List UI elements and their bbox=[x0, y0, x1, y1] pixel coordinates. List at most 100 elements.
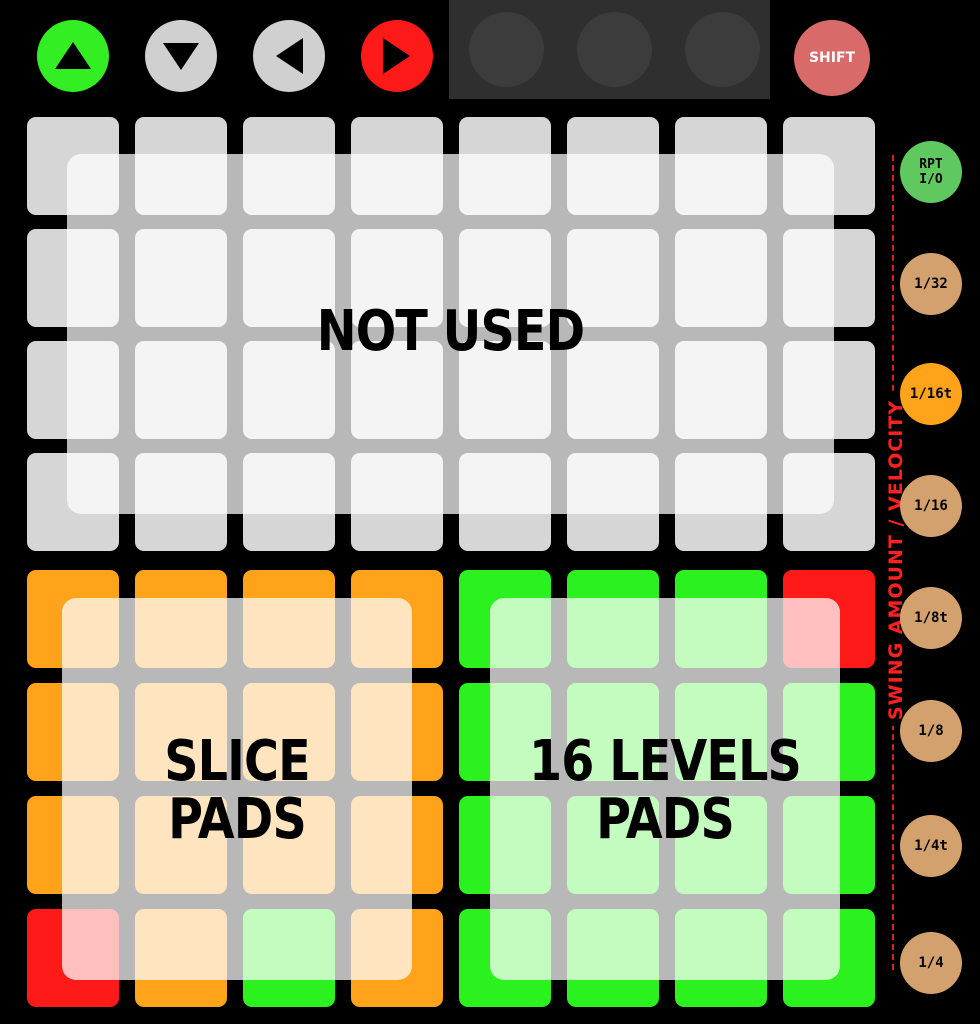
pad-r7-c5[interactable] bbox=[459, 796, 551, 894]
rate-label: 1/4 bbox=[918, 955, 944, 971]
rate-1-8-button[interactable]: 1/8 bbox=[900, 700, 962, 762]
pad-r5-c8[interactable] bbox=[783, 570, 875, 668]
pad-r3-c2[interactable] bbox=[135, 341, 227, 439]
pad-r7-c6[interactable] bbox=[567, 796, 659, 894]
triangle-up-icon bbox=[55, 42, 91, 69]
pad-r6-c6[interactable] bbox=[567, 683, 659, 781]
pad-r7-c4[interactable] bbox=[351, 796, 443, 894]
slice-pads-label: SLICE PADS bbox=[88, 733, 386, 849]
pad-r8-c6[interactable] bbox=[567, 909, 659, 1007]
pad-r8-c8[interactable] bbox=[783, 909, 875, 1007]
pad-r7-c3[interactable] bbox=[243, 796, 335, 894]
pad-r3-c6[interactable] bbox=[567, 341, 659, 439]
pad-r6-c1[interactable] bbox=[27, 683, 119, 781]
triangle-left-icon bbox=[276, 38, 303, 74]
pad-r7-c8[interactable] bbox=[783, 796, 875, 894]
pad-r1-c6[interactable] bbox=[567, 117, 659, 215]
pad-r1-c3[interactable] bbox=[243, 117, 335, 215]
pad-r1-c7[interactable] bbox=[675, 117, 767, 215]
pad-r6-c5[interactable] bbox=[459, 683, 551, 781]
pad-r2-c1[interactable] bbox=[27, 229, 119, 327]
pad-r4-c6[interactable] bbox=[567, 453, 659, 551]
pad-r2-c4[interactable] bbox=[351, 229, 443, 327]
pad-r2-c8[interactable] bbox=[783, 229, 875, 327]
up-arrow-button[interactable] bbox=[37, 20, 109, 92]
pad-r2-c7[interactable] bbox=[675, 229, 767, 327]
shift-label: SHIFT bbox=[808, 50, 856, 66]
levels-pads-label: 16 LEVELS PADS bbox=[516, 733, 814, 849]
side-label: SWING AMOUNT / VELOCITY bbox=[885, 393, 907, 727]
unused-button bbox=[577, 12, 652, 87]
left-arrow-button[interactable] bbox=[253, 20, 325, 92]
pad-r7-c2[interactable] bbox=[135, 796, 227, 894]
pad-r5-c6[interactable] bbox=[567, 570, 659, 668]
rate-1-16t-button[interactable]: 1/16t bbox=[900, 363, 962, 425]
pad-r3-c8[interactable] bbox=[783, 341, 875, 439]
pad-r6-c7[interactable] bbox=[675, 683, 767, 781]
pad-r8-c4[interactable] bbox=[351, 909, 443, 1007]
io-label: I/O bbox=[919, 172, 943, 187]
unused-top-buttons bbox=[449, 0, 770, 99]
rate-label: 1/8t bbox=[914, 610, 948, 626]
rpt-io-button[interactable]: RPT I/O bbox=[900, 141, 962, 203]
pad-r6-c4[interactable] bbox=[351, 683, 443, 781]
pad-r2-c3[interactable] bbox=[243, 229, 335, 327]
pad-r3-c7[interactable] bbox=[675, 341, 767, 439]
pad-r4-c7[interactable] bbox=[675, 453, 767, 551]
levels-pads-label-line1: 16 LEVELS bbox=[529, 729, 802, 794]
rate-1-4t-button[interactable]: 1/4t bbox=[900, 815, 962, 877]
pad-r4-c3[interactable] bbox=[243, 453, 335, 551]
pad-r2-c6[interactable] bbox=[567, 229, 659, 327]
pad-r4-c8[interactable] bbox=[783, 453, 875, 551]
pad-r8-c3[interactable] bbox=[243, 909, 335, 1007]
pad-r8-c7[interactable] bbox=[675, 909, 767, 1007]
triangle-right-icon bbox=[383, 38, 410, 74]
pad-r5-c2[interactable] bbox=[135, 570, 227, 668]
pad-r4-c4[interactable] bbox=[351, 453, 443, 551]
pad-r1-c5[interactable] bbox=[459, 117, 551, 215]
pad-r5-c1[interactable] bbox=[27, 570, 119, 668]
right-arrow-button[interactable] bbox=[361, 20, 433, 92]
rate-1-32-button[interactable]: 1/32 bbox=[900, 253, 962, 315]
rate-1-4-button[interactable]: 1/4 bbox=[900, 932, 962, 994]
pad-r5-c3[interactable] bbox=[243, 570, 335, 668]
pad-r3-c4[interactable] bbox=[351, 341, 443, 439]
rate-1-8t-button[interactable]: 1/8t bbox=[900, 587, 962, 649]
pad-r8-c2[interactable] bbox=[135, 909, 227, 1007]
pad-r4-c1[interactable] bbox=[27, 453, 119, 551]
slice-pads-label-line1: SLICE bbox=[164, 729, 310, 794]
pad-r1-c4[interactable] bbox=[351, 117, 443, 215]
rpt-label: RPT bbox=[919, 157, 943, 172]
pad-r8-c5[interactable] bbox=[459, 909, 551, 1007]
pad-r5-c5[interactable] bbox=[459, 570, 551, 668]
rate-label: 1/4t bbox=[914, 838, 948, 854]
pad-r3-c5[interactable] bbox=[459, 341, 551, 439]
pad-r2-c5[interactable] bbox=[459, 229, 551, 327]
pad-r3-c3[interactable] bbox=[243, 341, 335, 439]
down-arrow-button[interactable] bbox=[145, 20, 217, 92]
pad-r7-c7[interactable] bbox=[675, 796, 767, 894]
triangle-down-icon bbox=[163, 43, 199, 70]
rate-label: 1/8 bbox=[918, 723, 944, 739]
pad-r8-c1[interactable] bbox=[27, 909, 119, 1007]
pad-r2-c2[interactable] bbox=[135, 229, 227, 327]
pad-r6-c8[interactable] bbox=[783, 683, 875, 781]
shift-button[interactable]: SHIFT bbox=[794, 20, 870, 96]
pad-r6-c3[interactable] bbox=[243, 683, 335, 781]
rate-label: 1/16 bbox=[914, 498, 948, 514]
rate-1-16-button[interactable]: 1/16 bbox=[900, 475, 962, 537]
pad-r5-c7[interactable] bbox=[675, 570, 767, 668]
pad-r4-c2[interactable] bbox=[135, 453, 227, 551]
side-label-line bbox=[892, 155, 894, 970]
pad-r3-c1[interactable] bbox=[27, 341, 119, 439]
pad-r1-c2[interactable] bbox=[135, 117, 227, 215]
pad-r4-c5[interactable] bbox=[459, 453, 551, 551]
pad-r5-c4[interactable] bbox=[351, 570, 443, 668]
pad-r1-c8[interactable] bbox=[783, 117, 875, 215]
pad-r7-c1[interactable] bbox=[27, 796, 119, 894]
pad-r1-c1[interactable] bbox=[27, 117, 119, 215]
rate-label: 1/32 bbox=[914, 276, 948, 292]
pad-r6-c2[interactable] bbox=[135, 683, 227, 781]
levels-pads-label-line2: PADS bbox=[596, 787, 735, 852]
slice-pads-label-line2: PADS bbox=[168, 787, 307, 852]
